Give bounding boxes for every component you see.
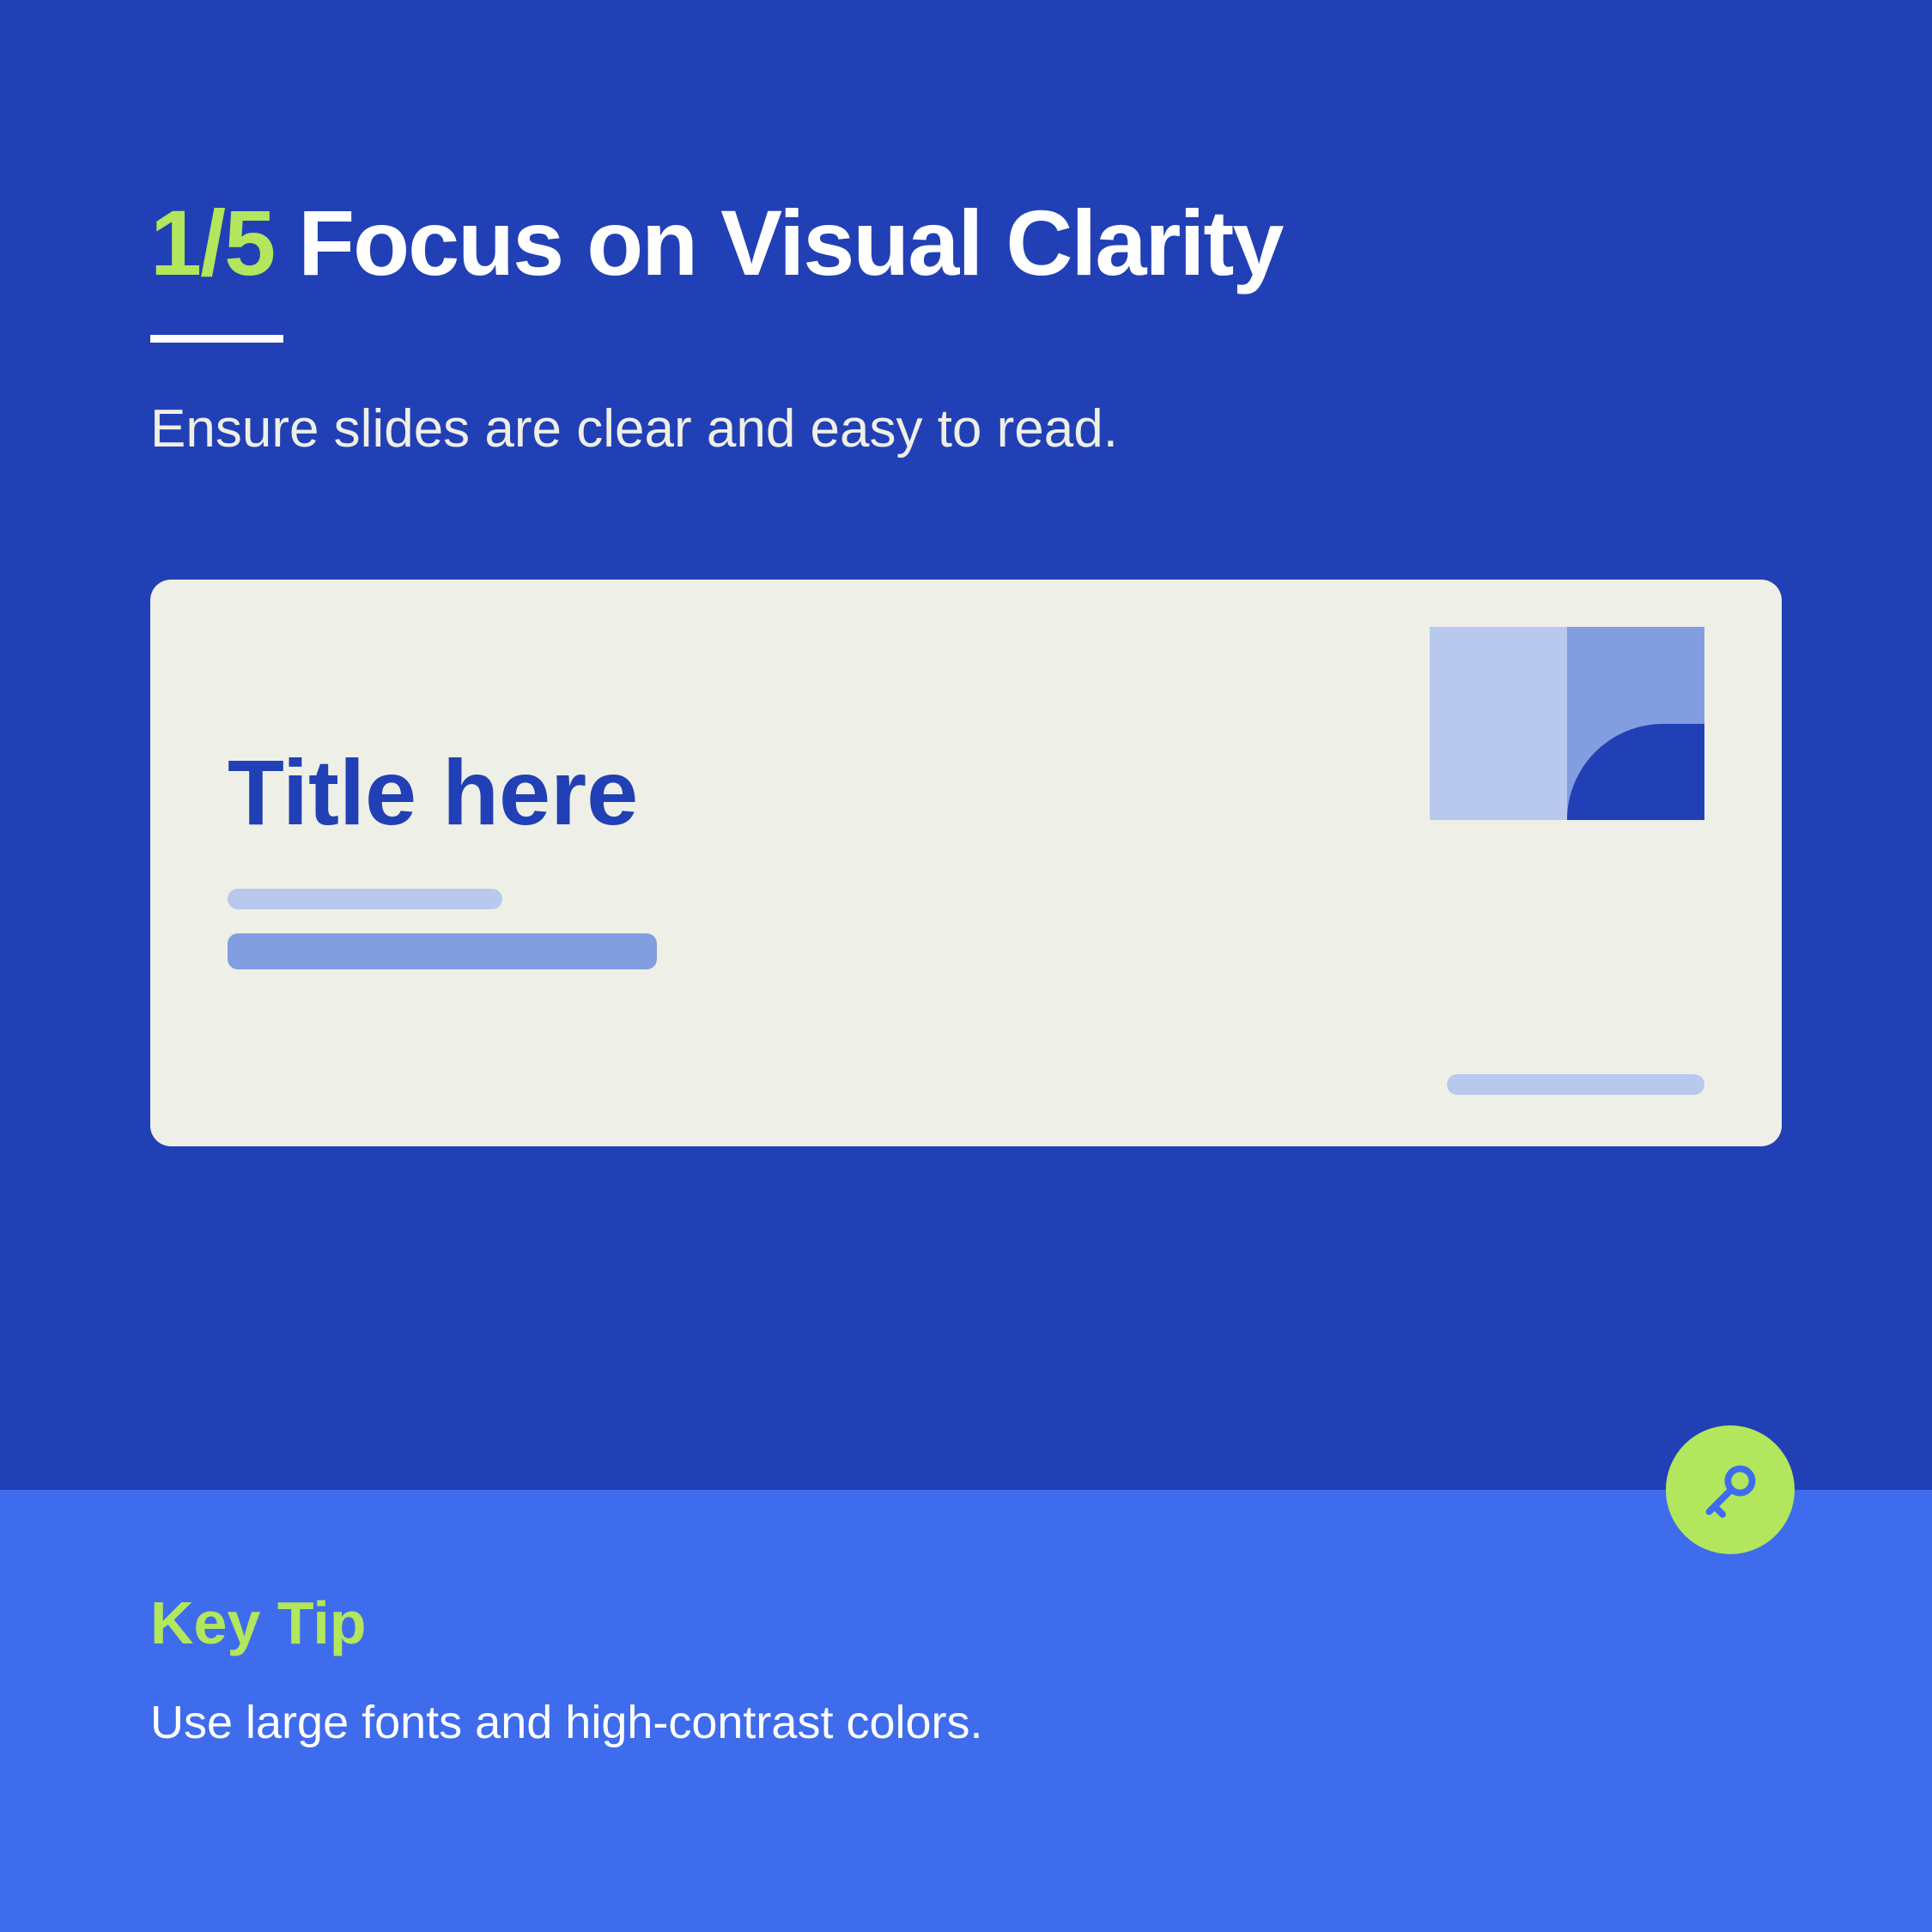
title-line: 1/5 Focus on Visual Clarity xyxy=(150,189,1782,296)
slide-number: 1/5 xyxy=(150,189,274,296)
preview-placeholder-line xyxy=(228,933,657,969)
key-icon-circle xyxy=(1666,1425,1795,1554)
slide-subtitle: Ensure slides are clear and easy to read… xyxy=(150,398,1782,459)
slide-preview: Title here xyxy=(150,580,1782,1146)
key-icon xyxy=(1698,1458,1763,1522)
deco-square-light xyxy=(1430,627,1567,820)
preview-decoration xyxy=(1430,627,1704,820)
bottom-section: Key Tip Use large fonts and high-contras… xyxy=(0,1490,1932,1932)
title-underline xyxy=(150,335,283,343)
preview-placeholder-line xyxy=(228,889,502,909)
key-tip-text: Use large fonts and high-contrast colors… xyxy=(150,1696,1782,1749)
preview-placeholder-line xyxy=(1447,1074,1704,1095)
key-tip-label: Key Tip xyxy=(150,1589,1782,1657)
top-section: 1/5 Focus on Visual Clarity Ensure slide… xyxy=(0,0,1932,1146)
slide-title: Focus on Visual Clarity xyxy=(298,189,1282,296)
